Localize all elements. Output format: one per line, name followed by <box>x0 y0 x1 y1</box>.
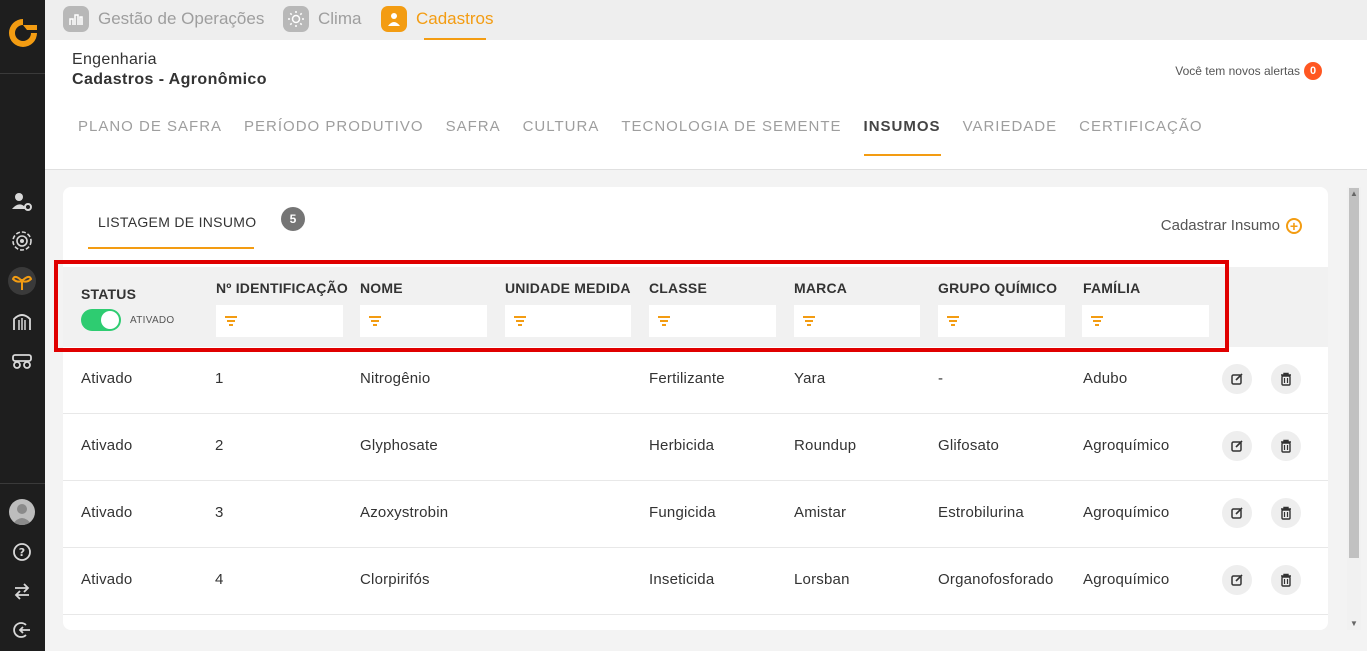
listing-count-badge: 5 <box>281 207 305 231</box>
svg-text:?: ? <box>19 546 25 559</box>
tab-certificacao[interactable]: CERTIFICAÇÃO <box>1068 118 1213 156</box>
cell-status: Ativado <box>81 571 133 588</box>
cell-familia: Agroquímico <box>1083 504 1170 521</box>
delete-button[interactable] <box>1271 364 1301 394</box>
trash-icon <box>1281 573 1291 587</box>
listing-title[interactable]: LISTAGEM DE INSUMO <box>98 214 256 230</box>
user-icon <box>381 6 407 32</box>
cell-grupo: - <box>938 370 944 387</box>
cell-nome: Nitrogênio <box>360 370 431 387</box>
logout-icon[interactable] <box>8 616 36 644</box>
cell-familia: Agroquímico <box>1083 437 1170 454</box>
delete-button[interactable] <box>1271 431 1301 461</box>
cell-id: 3 <box>215 504 224 521</box>
cell-marca: Roundup <box>794 437 857 454</box>
cell-marca: Yara <box>794 370 826 387</box>
cell-nome: Glyphosate <box>360 437 438 454</box>
sidebar-divider <box>0 483 45 484</box>
filter-row-highlight <box>54 260 1229 352</box>
plant-icon[interactable] <box>8 267 36 295</box>
topnav-clima[interactable]: Clima <box>283 4 361 34</box>
edit-icon <box>1231 373 1243 385</box>
delete-button[interactable] <box>1271 498 1301 528</box>
swap-icon[interactable] <box>8 577 36 605</box>
page-title: Cadastros - Agronômico <box>72 71 267 88</box>
cell-id: 1 <box>215 370 224 387</box>
tab-variedade[interactable]: VARIEDADE <box>952 118 1069 156</box>
tab-plano-de-safra[interactable]: PLANO DE SAFRA <box>67 118 233 156</box>
listing-tab-indicator <box>88 247 254 249</box>
cell-marca: Lorsban <box>794 571 850 588</box>
listing-card: LISTAGEM DE INSUMO 5 Cadastrar Insumo + … <box>63 187 1328 630</box>
alerts-notice[interactable]: Você tem novos alertas 0 <box>1175 62 1322 80</box>
cell-status: Ativado <box>81 370 133 387</box>
table-row: Ativado 4 Clorpirifós Inseticida Lorsban Orga… <box>63 548 1328 615</box>
tab-periodo-produtivo[interactable]: PERÍODO PRODUTIVO <box>233 118 435 156</box>
plus-circle-icon: + <box>1286 217 1302 234</box>
edit-icon <box>1231 507 1243 519</box>
left-sidebar: ? <box>0 0 45 651</box>
add-insumo-label: Cadastrar Insumo <box>1160 217 1280 234</box>
operations-icon <box>63 6 89 32</box>
tab-tecnologia-de-semente[interactable]: TECNOLOGIA DE SEMENTE <box>610 118 852 156</box>
cell-status: Ativado <box>81 437 133 454</box>
topnav-label: Gestão de Operações <box>98 9 265 28</box>
target-icon[interactable] <box>8 227 36 255</box>
table-row: Ativado 1 Nitrogênio Fertilizante Yara - Adubo <box>63 347 1328 414</box>
scroll-down-icon[interactable]: ▼ <box>1350 619 1358 628</box>
cell-status: Ativado <box>81 504 133 521</box>
page-header: Engenharia Cadastros - Agronômico Você t… <box>45 40 1367 170</box>
cell-familia: Adubo <box>1083 370 1128 387</box>
breadcrumb[interactable]: Engenharia <box>72 51 157 69</box>
cell-nome: Clorpirifós <box>360 571 430 588</box>
cell-marca: Amistar <box>794 504 847 521</box>
cell-id: 2 <box>215 437 224 454</box>
cell-classe: Inseticida <box>649 571 715 588</box>
trash-icon <box>1281 439 1291 453</box>
edit-icon <box>1231 574 1243 586</box>
topnav-gestao-operacoes[interactable]: Gestão de Operações <box>63 4 264 34</box>
scroll-up-icon[interactable]: ▲ <box>1350 189 1358 198</box>
trash-icon <box>1281 372 1291 386</box>
topnav-label: Clima <box>318 9 362 28</box>
cell-nome: Azoxystrobin <box>360 504 449 521</box>
cell-classe: Herbicida <box>649 437 715 454</box>
help-icon[interactable]: ? <box>8 538 36 566</box>
section-tabs: PLANO DE SAFRA PERÍODO PRODUTIVO SAFRA C… <box>67 118 1214 156</box>
app-logo[interactable] <box>6 16 40 50</box>
cell-id: 4 <box>215 571 224 588</box>
silo-icon[interactable] <box>8 307 36 335</box>
edit-button[interactable] <box>1222 431 1252 461</box>
cell-grupo: Estrobilurina <box>938 504 1024 521</box>
edit-icon <box>1231 440 1243 452</box>
trash-icon <box>1281 506 1291 520</box>
alerts-text: Você tem novos alertas <box>1175 64 1300 78</box>
delete-button[interactable] <box>1271 565 1301 595</box>
cell-familia: Agroquímico <box>1083 571 1170 588</box>
add-insumo-button[interactable]: Cadastrar Insumo + <box>1161 217 1302 234</box>
sidebar-divider <box>0 73 45 74</box>
tab-insumos[interactable]: INSUMOS <box>853 118 952 156</box>
tab-safra[interactable]: SAFRA <box>435 118 512 156</box>
sun-icon <box>283 6 309 32</box>
topnav-cadastros[interactable]: Cadastros <box>381 4 493 34</box>
avatar[interactable] <box>9 499 35 525</box>
topnav-label: Cadastros <box>416 9 494 28</box>
cell-classe: Fungicida <box>649 504 716 521</box>
table-row: Ativado 2 Glyphosate Herbicida Roundup Glifos… <box>63 414 1328 481</box>
alerts-badge: 0 <box>1304 62 1322 80</box>
cell-grupo: Organofosforado <box>938 571 1054 588</box>
edit-button[interactable] <box>1222 565 1252 595</box>
user-settings-icon[interactable] <box>8 188 36 216</box>
cell-grupo: Glifosato <box>938 437 999 454</box>
cell-classe: Fertilizante <box>649 370 725 387</box>
tab-cultura[interactable]: CULTURA <box>512 118 611 156</box>
tractor-icon[interactable] <box>8 346 36 374</box>
table-row: Ativado 3 Azoxystrobin Fungicida Amistar Estr… <box>63 481 1328 548</box>
scrollbar-thumb[interactable] <box>1349 188 1359 558</box>
edit-button[interactable] <box>1222 364 1252 394</box>
edit-button[interactable] <box>1222 498 1252 528</box>
